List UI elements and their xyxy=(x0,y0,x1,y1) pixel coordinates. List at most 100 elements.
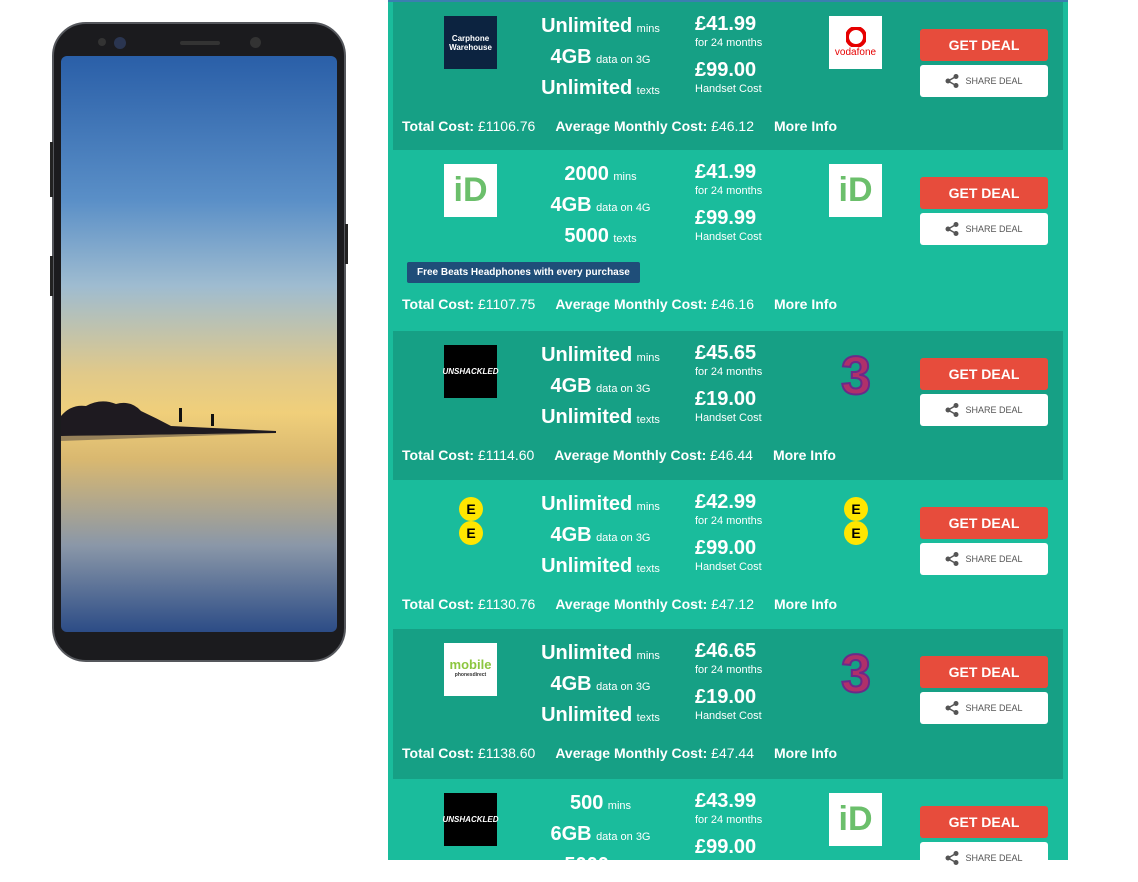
network-logo-vodafone: vodafone xyxy=(829,16,882,69)
total-cost-value: £1138.60 xyxy=(477,745,536,761)
handset-price: £19.00 xyxy=(695,686,757,708)
get-deal-button[interactable]: GET DEAL xyxy=(920,358,1048,390)
pricing: £41.99 for 24 months £99.99 Handset Cost xyxy=(695,160,762,244)
deal-row: EE Unlimited mins 4GB data on 3G Unlimit… xyxy=(388,480,1068,629)
get-deal-button[interactable]: GET DEAL xyxy=(920,177,1048,209)
monthly-price: £41.99 xyxy=(695,13,757,35)
retailer-logo[interactable]: iD xyxy=(444,164,497,217)
share-label: SHARE DEAL xyxy=(965,224,1023,234)
texts-unit: texts xyxy=(636,85,660,97)
network-logo-three: 3 xyxy=(829,643,882,696)
total-cost-value: £1106.76 xyxy=(477,118,536,134)
monthly-price: £45.65 xyxy=(695,342,757,364)
deal-summary: Total Cost: £1114.60 Average Monthly Cos… xyxy=(402,447,836,463)
avg-monthly-label: Average Monthly Cost: xyxy=(555,745,708,761)
network-logo-id: iD xyxy=(829,164,882,217)
pricing: £42.99 for 24 months £99.00 Handset Cost xyxy=(695,490,762,574)
more-info-link[interactable]: More Info xyxy=(773,447,836,463)
texts-value: Unlimited xyxy=(541,704,633,726)
more-info-link[interactable]: More Info xyxy=(774,118,837,134)
share-label: SHARE DEAL xyxy=(965,405,1023,415)
avg-monthly-label: Average Monthly Cost: xyxy=(555,296,708,312)
contract-term: for 24 months xyxy=(695,37,763,49)
plan-allowances: Unlimited mins 4GB data on 3G Unlimited … xyxy=(518,12,683,105)
minutes-unit: mins xyxy=(613,171,637,183)
network-logo-ee: EE xyxy=(829,494,882,547)
share-label: SHARE DEAL xyxy=(965,853,1023,863)
contract-term: for 24 months xyxy=(695,366,763,378)
more-info-link[interactable]: More Info xyxy=(774,745,837,761)
total-cost-label: Total Cost: xyxy=(402,296,475,312)
svg-text:E: E xyxy=(466,501,475,517)
handset-label: Handset Cost xyxy=(695,83,762,95)
minutes-unit: mins xyxy=(607,800,632,812)
svg-text:E: E xyxy=(466,525,475,541)
retailer-logo[interactable]: Carphone Warehouse xyxy=(444,16,497,69)
plan-allowances: 500 mins 6GB data on 3G 5000 texts xyxy=(518,789,683,882)
more-info-link[interactable]: More Info xyxy=(774,596,837,612)
handset-price: £99.00 xyxy=(695,59,757,81)
more-info-link[interactable]: More Info xyxy=(774,296,837,312)
deal-summary: Total Cost: £1130.76 Average Monthly Cos… xyxy=(402,596,837,612)
monthly-price: £43.99 xyxy=(695,790,757,812)
texts-value: 5000 xyxy=(564,854,609,876)
phone-image xyxy=(50,22,348,662)
get-deal-button[interactable]: GET DEAL xyxy=(920,656,1048,688)
data-unit: data on 3G xyxy=(596,532,651,544)
svg-text:3: 3 xyxy=(840,346,870,398)
share-deal-button[interactable]: SHARE DEAL xyxy=(920,842,1048,874)
share-deal-button[interactable]: SHARE DEAL xyxy=(920,65,1048,97)
deal-row: UNSHACKLED 500 mins 6GB data on 3G 5000 … xyxy=(388,779,1068,876)
share-label: SHARE DEAL xyxy=(965,554,1023,564)
share-icon xyxy=(945,701,959,715)
texts-value: 5000 xyxy=(564,225,609,247)
data-unit: data on 3G xyxy=(596,54,651,66)
data-unit: data on 4G xyxy=(596,202,651,214)
share-icon xyxy=(945,403,959,417)
monthly-price: £46.65 xyxy=(695,640,757,662)
avg-monthly-label: Average Monthly Cost: xyxy=(555,596,708,612)
avg-monthly-value: £47.12 xyxy=(711,596,754,612)
data-value: 4GB xyxy=(550,524,592,546)
retailer-logo[interactable]: mobile phonesdirect xyxy=(444,643,497,696)
plan-allowances: Unlimited mins 4GB data on 3G Unlimited … xyxy=(518,341,683,434)
avg-monthly-value: £46.44 xyxy=(710,447,753,463)
minutes-value: Unlimited xyxy=(541,15,633,37)
texts-value: Unlimited xyxy=(541,406,633,428)
handset-label: Handset Cost xyxy=(695,860,762,872)
data-unit: data on 3G xyxy=(596,383,651,395)
data-value: 6GB xyxy=(550,823,592,845)
get-deal-button[interactable]: GET DEAL xyxy=(920,806,1048,838)
minutes-value: 2000 xyxy=(564,163,609,185)
share-label: SHARE DEAL xyxy=(965,76,1023,86)
monthly-price: £42.99 xyxy=(695,491,757,513)
contract-term: for 24 months xyxy=(695,515,763,527)
handset-label: Handset Cost xyxy=(695,561,762,573)
retailer-logo[interactable]: UNSHACKLED xyxy=(443,345,499,398)
minutes-value: Unlimited xyxy=(541,642,633,664)
deal-row: mobile phonesdirect Unlimited mins 4GB da… xyxy=(393,629,1063,779)
data-value: 4GB xyxy=(550,375,592,397)
pricing: £46.65 for 24 months £19.00 Handset Cost xyxy=(695,639,762,723)
deal-summary: Total Cost: £1107.75 Average Monthly Cos… xyxy=(402,296,837,312)
get-deal-button[interactable]: GET DEAL xyxy=(920,29,1048,61)
share-deal-button[interactable]: SHARE DEAL xyxy=(920,543,1048,575)
svg-text:3: 3 xyxy=(840,644,870,696)
data-value: 4GB xyxy=(550,46,592,68)
svg-text:E: E xyxy=(851,525,860,541)
total-cost-value: £1130.76 xyxy=(477,596,536,612)
minutes-value: Unlimited xyxy=(541,493,633,515)
share-deal-button[interactable]: SHARE DEAL xyxy=(920,394,1048,426)
share-deal-button[interactable]: SHARE DEAL xyxy=(920,692,1048,724)
retailer-logo[interactable]: EE xyxy=(444,494,497,547)
minutes-value: 500 xyxy=(569,792,604,814)
data-value: 4GB xyxy=(550,673,592,695)
total-cost-value: £1114.60 xyxy=(477,447,535,463)
get-deal-button[interactable]: GET DEAL xyxy=(920,507,1048,539)
texts-unit: texts xyxy=(636,563,660,575)
avg-monthly-label: Average Monthly Cost: xyxy=(555,118,708,134)
pricing: £45.65 for 24 months £19.00 Handset Cost xyxy=(695,341,762,425)
minutes-unit: mins xyxy=(636,650,660,662)
share-deal-button[interactable]: SHARE DEAL xyxy=(920,213,1048,245)
retailer-logo[interactable]: UNSHACKLED xyxy=(443,793,499,846)
